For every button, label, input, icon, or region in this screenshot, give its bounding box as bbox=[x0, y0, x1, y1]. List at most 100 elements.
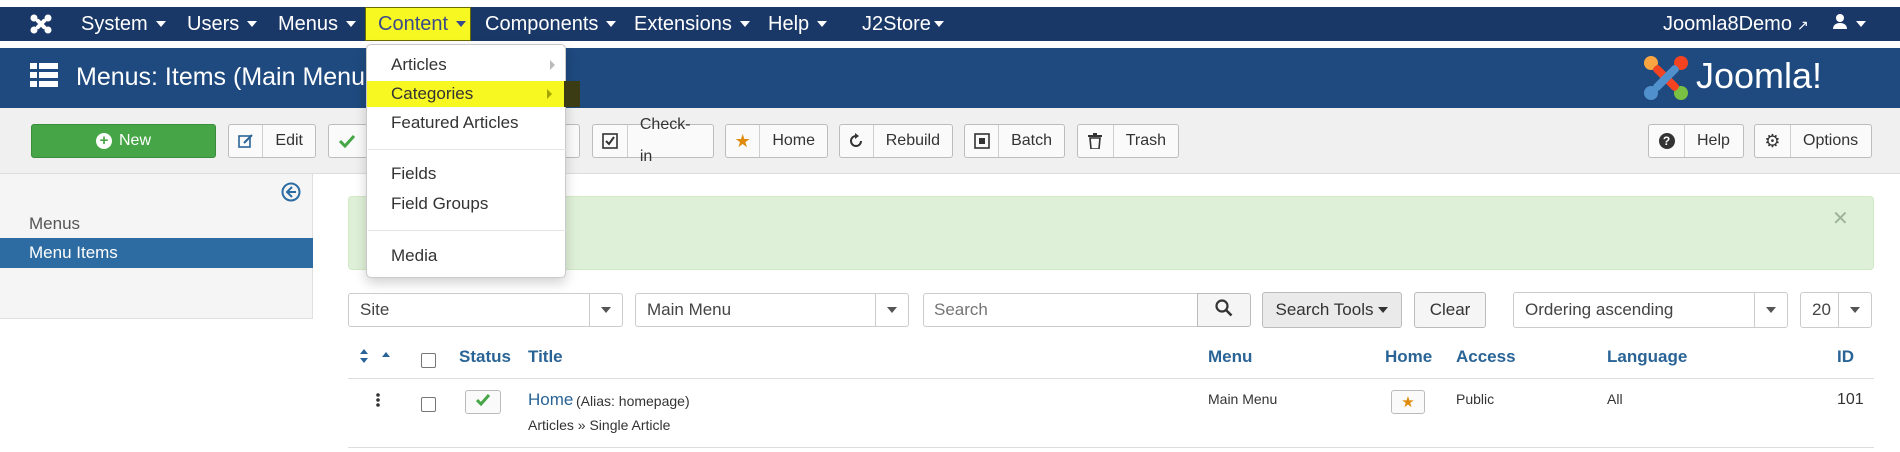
default-home-toggle[interactable]: ★ bbox=[1391, 390, 1425, 414]
help-button[interactable]: ? Help bbox=[1648, 124, 1744, 158]
column-menu[interactable]: Menu bbox=[1208, 347, 1252, 367]
publish-toggle[interactable] bbox=[465, 390, 501, 414]
limit-select[interactable]: 20 bbox=[1800, 292, 1872, 328]
chevron-right-icon bbox=[547, 89, 552, 99]
nav-users[interactable]: Users bbox=[187, 7, 258, 41]
chevron-down-icon bbox=[739, 20, 750, 27]
chevron-down-icon bbox=[1754, 293, 1787, 327]
item-id: 101 bbox=[1837, 391, 1864, 408]
rebuild-button[interactable]: Rebuild bbox=[839, 124, 953, 158]
nav-j2store-label: J2Store bbox=[862, 13, 931, 35]
sidebar-item-label: Menu Items bbox=[29, 243, 118, 262]
publish-button[interactable] bbox=[328, 124, 368, 158]
page-title: Menus: Items (Main Menu bbox=[76, 63, 365, 91]
search-button[interactable] bbox=[1197, 293, 1251, 327]
menu-item-label: Field Groups bbox=[391, 194, 489, 213]
checkin-button[interactable]: Check-in bbox=[592, 116, 714, 165]
trash-icon bbox=[1078, 125, 1114, 157]
chevron-down-icon bbox=[1838, 293, 1871, 327]
menu-divider bbox=[368, 230, 566, 231]
home-button[interactable]: ★ Home bbox=[725, 124, 828, 158]
item-language: All bbox=[1607, 391, 1623, 407]
chevron-down-icon bbox=[933, 20, 944, 27]
nav-system-label: System bbox=[81, 13, 148, 35]
collapse-sidebar-icon[interactable] bbox=[281, 182, 301, 202]
batch-button-label: Batch bbox=[1011, 132, 1052, 149]
column-language[interactable]: Language bbox=[1607, 347, 1687, 367]
menu-divider bbox=[368, 149, 566, 150]
toolbar-button-hidden[interactable] bbox=[566, 124, 580, 158]
check-icon bbox=[475, 393, 491, 411]
menu-filter[interactable]: Main Menu bbox=[635, 293, 909, 327]
nav-content[interactable]: Content bbox=[365, 7, 471, 41]
menu-item-categories[interactable]: Categories bbox=[367, 81, 580, 107]
item-title-link[interactable]: Home bbox=[528, 390, 573, 410]
clear-button[interactable]: Clear bbox=[1414, 292, 1486, 328]
column-access[interactable]: Access bbox=[1456, 347, 1516, 367]
edit-button[interactable]: Edit bbox=[228, 124, 316, 158]
search-tools-label: Search Tools bbox=[1275, 300, 1374, 319]
chevron-down-icon bbox=[247, 20, 258, 27]
chevron-right-icon bbox=[550, 60, 555, 70]
list-icon bbox=[30, 63, 58, 87]
ordering-select[interactable]: Ordering ascending bbox=[1513, 292, 1788, 328]
column-title[interactable]: Title bbox=[528, 347, 563, 367]
search-input[interactable] bbox=[923, 293, 1198, 327]
menu-item-articles[interactable]: Articles bbox=[367, 52, 565, 78]
row-checkbox[interactable] bbox=[421, 397, 436, 412]
nav-system[interactable]: System bbox=[81, 7, 166, 41]
select-all-checkbox[interactable] bbox=[421, 353, 436, 368]
nav-help[interactable]: Help bbox=[768, 7, 828, 41]
plus-circle-icon: + bbox=[95, 133, 112, 149]
close-icon[interactable]: ✕ bbox=[1832, 206, 1849, 231]
batch-button[interactable]: Batch bbox=[964, 124, 1065, 158]
item-access: Public bbox=[1456, 391, 1495, 407]
home-button-label: Home bbox=[772, 132, 815, 149]
limit-value: 20 bbox=[1812, 300, 1831, 319]
menu-item-label: Fields bbox=[391, 164, 437, 183]
column-home[interactable]: Home bbox=[1385, 347, 1432, 367]
check-icon bbox=[329, 125, 365, 157]
chevron-down-icon bbox=[875, 294, 908, 326]
nav-components[interactable]: Components bbox=[485, 7, 617, 41]
options-button[interactable]: ⚙ Options bbox=[1754, 124, 1872, 158]
star-icon: ★ bbox=[726, 125, 761, 157]
chevron-down-icon bbox=[1378, 306, 1389, 313]
sidebar-item-label: Menus bbox=[29, 214, 81, 233]
star-icon: ★ bbox=[1401, 394, 1415, 411]
user-icon bbox=[1832, 6, 1848, 40]
sidebar-item-menu-items[interactable]: Menu Items bbox=[0, 238, 313, 268]
help-button-label: Help bbox=[1697, 132, 1730, 149]
site-filter[interactable]: Site bbox=[348, 293, 623, 327]
site-link[interactable]: Joomla8Demo ↗ bbox=[1663, 7, 1809, 41]
joomla-home-icon[interactable] bbox=[29, 13, 53, 35]
new-button-label: New bbox=[118, 132, 151, 149]
nav-extensions-label: Extensions bbox=[634, 13, 732, 35]
rebuild-button-label: Rebuild bbox=[885, 132, 940, 149]
menu-item-media[interactable]: Media bbox=[367, 243, 565, 269]
search-tools-button[interactable]: Search Tools bbox=[1262, 292, 1402, 328]
trash-button[interactable]: Trash bbox=[1077, 124, 1179, 158]
menu-item-fields[interactable]: Fields bbox=[367, 161, 565, 187]
menu-item-featured-articles[interactable]: Featured Articles bbox=[367, 110, 565, 136]
user-menu[interactable] bbox=[1832, 7, 1872, 41]
chevron-down-icon bbox=[456, 20, 467, 27]
column-status[interactable]: Status bbox=[459, 347, 511, 367]
nav-menus[interactable]: Menus bbox=[278, 7, 357, 41]
sort-order-icon[interactable] bbox=[360, 349, 394, 363]
column-id[interactable]: ID bbox=[1837, 347, 1854, 367]
nav-help-label: Help bbox=[768, 13, 810, 35]
site-link-label: Joomla8Demo bbox=[1663, 13, 1792, 35]
menu-item-label: Articles bbox=[391, 55, 447, 74]
menu-item-label: Featured Articles bbox=[391, 113, 519, 132]
sidebar-item-menus[interactable]: Menus bbox=[0, 209, 313, 239]
site-filter-value: Site bbox=[360, 300, 390, 319]
drag-handle-icon[interactable] bbox=[376, 393, 380, 407]
success-alert bbox=[348, 196, 1874, 270]
nav-extensions[interactable]: Extensions bbox=[634, 7, 750, 41]
item-menu: Main Menu bbox=[1208, 391, 1278, 407]
content-dropdown-menu: Articles Categories Featured Articles Fi… bbox=[366, 44, 580, 278]
nav-j2store[interactable]: J2Store bbox=[862, 7, 944, 41]
menu-item-field-groups[interactable]: Field Groups bbox=[367, 191, 565, 217]
new-button[interactable]: + New bbox=[31, 124, 216, 158]
